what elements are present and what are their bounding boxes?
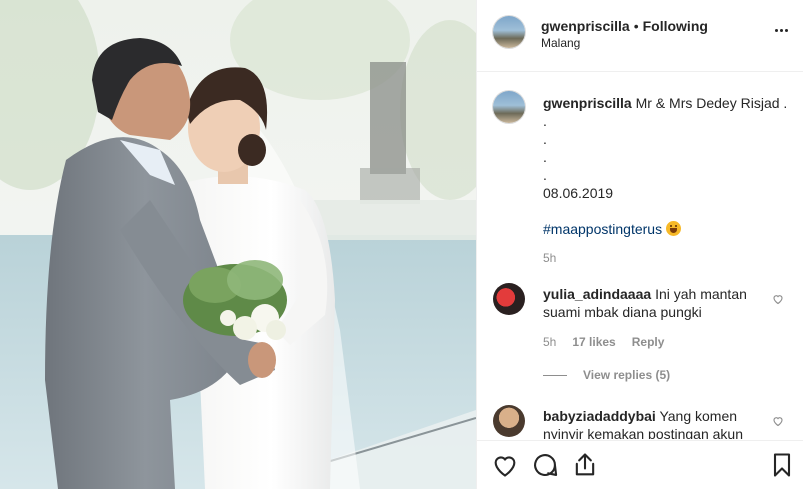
view-replies-label: View replies (5) [583, 368, 671, 382]
comment-like-heart-icon[interactable] [772, 293, 784, 305]
post-header: gwenpriscilla • Following Malang [477, 0, 803, 72]
comment-avatar[interactable] [493, 405, 525, 437]
post-photo[interactable] [0, 0, 476, 489]
view-replies-button[interactable]: View replies (5) [543, 368, 670, 382]
caption-avatar[interactable] [493, 91, 525, 123]
caption-dots: . . . . [543, 112, 793, 184]
wedding-photo-illustration [0, 0, 476, 489]
comment-username-link[interactable]: babyziadaddybai [543, 408, 656, 424]
caption-dot: . [543, 131, 547, 147]
post-side-panel: gwenpriscilla • Following Malang gwenprisc… [476, 0, 803, 489]
separator-dot: • [633, 18, 639, 34]
caption-timestamp[interactable]: 5h [543, 251, 556, 265]
caption-dot: . [543, 167, 547, 183]
comment-timestamp[interactable]: 5h [543, 335, 556, 349]
caption-text: Mr & Mrs Dedey Risjad . [635, 95, 788, 111]
comment-likes-count[interactable]: 17 likes [572, 335, 615, 349]
avatar[interactable] [493, 16, 525, 48]
caption-dot: . [543, 149, 547, 165]
location-link[interactable]: Malang [541, 36, 580, 50]
comment-like-heart-icon[interactable] [772, 415, 784, 427]
replies-divider-line [543, 374, 567, 376]
comment-avatar[interactable] [493, 283, 525, 315]
comment-text-block: yulia_adindaaaa Ini yah mantan suami mba… [543, 285, 761, 321]
face-with-tongue-emoji [666, 221, 682, 236]
comment-username-link[interactable]: yulia_adindaaaa [543, 286, 651, 302]
more-horizontal-icon[interactable] [770, 22, 792, 38]
username-link[interactable]: gwenpriscilla [541, 18, 630, 34]
header-user-row: gwenpriscilla • Following [541, 18, 708, 34]
comment-meta: 5h 17 likes Reply [543, 335, 664, 349]
instagram-post: gwenpriscilla • Following Malang gwenprisc… [0, 0, 803, 489]
comment-icon[interactable] [531, 451, 559, 479]
caption-dot: . [543, 113, 547, 129]
caption-hashtag-line: #maappostingterus [543, 220, 793, 238]
follow-status-button[interactable]: Following [643, 18, 708, 34]
post-action-bar [477, 440, 803, 489]
comment-text-block: babyziadaddybai Yang komen nyinyir kemak… [543, 407, 761, 439]
caption-date: 08.06.2019 [543, 185, 614, 201]
caption-text-block: gwenpriscilla Mr & Mrs Dedey Risjad . . … [543, 94, 793, 238]
heart-icon[interactable] [491, 451, 519, 479]
comments-list[interactable]: gwenpriscilla Mr & Mrs Dedey Risjad . . … [477, 73, 803, 439]
caption-first-line: gwenpriscilla Mr & Mrs Dedey Risjad . [543, 94, 793, 112]
reply-button[interactable]: Reply [632, 335, 665, 349]
caption-username-link[interactable]: gwenpriscilla [543, 95, 632, 111]
bookmark-icon[interactable] [768, 451, 796, 479]
share-icon[interactable] [571, 451, 599, 479]
hashtag-link[interactable]: #maappostingterus [543, 221, 662, 237]
